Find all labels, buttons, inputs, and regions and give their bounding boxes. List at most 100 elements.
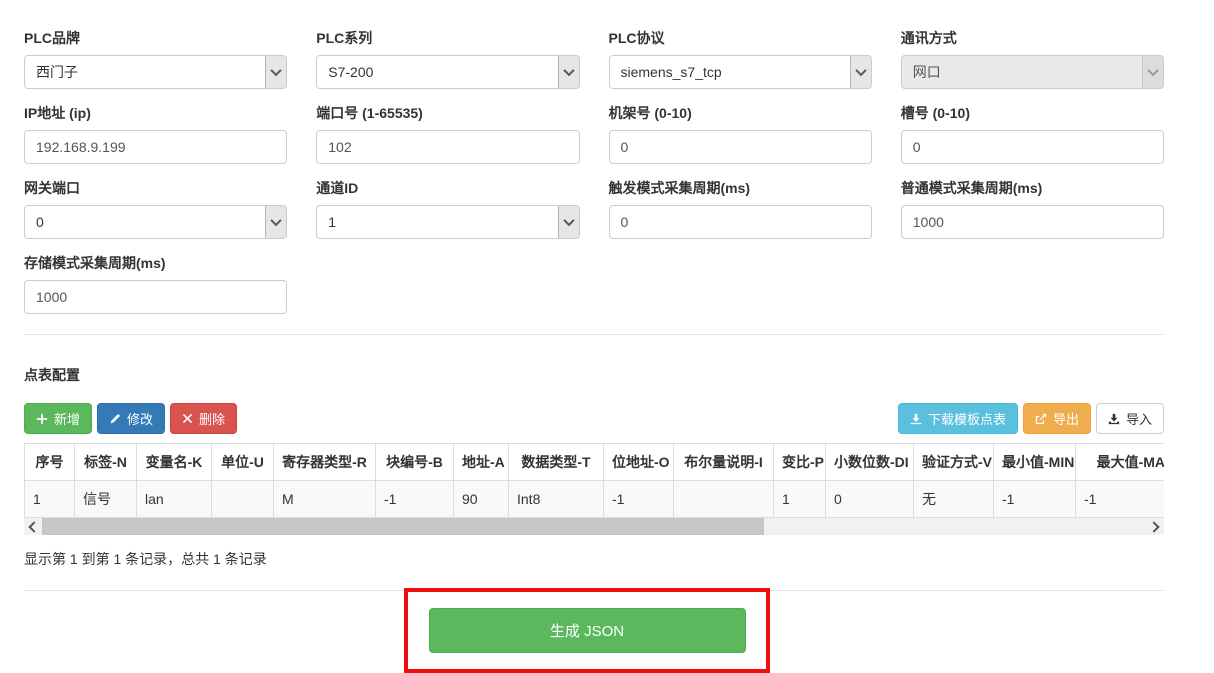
- import-icon: [1108, 413, 1120, 425]
- rack-no-label: 机架号 (0-10): [609, 103, 872, 123]
- slot-no-label: 槽号 (0-10): [901, 103, 1164, 123]
- col-unit: 单位-U: [212, 444, 274, 481]
- cell-bit-address: -1: [604, 481, 674, 518]
- cell-verify: 无: [914, 481, 994, 518]
- export-icon: [1035, 413, 1047, 425]
- field-port: 端口号 (1-65535): [316, 103, 579, 164]
- plc-brand-select[interactable]: 西门子: [24, 55, 287, 89]
- cell-data-type: Int8: [509, 481, 604, 518]
- x-icon: [182, 413, 193, 424]
- plc-protocol-label: PLC协议: [609, 28, 872, 48]
- page-content: PLC品牌 西门子 PLC系列 S7-200 PLC协议 siemens_s7_…: [24, 28, 1164, 673]
- chevron-down-icon: [558, 56, 579, 88]
- rack-no-input[interactable]: [609, 130, 872, 164]
- generate-json-button[interactable]: 生成 JSON: [429, 608, 746, 653]
- cell-unit: [212, 481, 274, 518]
- col-min: 最小值-MIN: [994, 444, 1076, 481]
- col-register-type: 寄存器类型-R: [274, 444, 376, 481]
- trigger-period-label: 触发模式采集周期(ms): [609, 178, 872, 198]
- col-ratio: 变比-P: [774, 444, 826, 481]
- pencil-icon: [109, 413, 121, 425]
- cell-min: -1: [994, 481, 1076, 518]
- plc-series-select[interactable]: S7-200: [316, 55, 579, 89]
- col-data-type: 数据类型-T: [509, 444, 604, 481]
- col-bool-desc: 布尔量说明-I: [674, 444, 774, 481]
- cell-decimals: 0: [826, 481, 914, 518]
- horizontal-scrollbar[interactable]: [24, 518, 1164, 535]
- cell-ratio: 1: [774, 481, 826, 518]
- field-ip-address: IP地址 (ip): [24, 103, 287, 164]
- field-trigger-period: 触发模式采集周期(ms): [609, 178, 872, 239]
- comm-mode-select: 网口: [901, 55, 1164, 89]
- export-button[interactable]: 导出: [1023, 403, 1091, 434]
- col-verify: 验证方式-V: [914, 444, 994, 481]
- field-slot-no: 槽号 (0-10): [901, 103, 1164, 164]
- download-icon: [910, 413, 922, 425]
- chevron-right-icon[interactable]: [1147, 518, 1164, 535]
- channel-id-label: 通道ID: [316, 178, 579, 198]
- ip-address-input[interactable]: [24, 130, 287, 164]
- add-button[interactable]: 新增: [24, 403, 92, 434]
- plc-config-form: PLC品牌 西门子 PLC系列 S7-200 PLC协议 siemens_s7_…: [24, 28, 1164, 314]
- chevron-left-icon[interactable]: [24, 518, 41, 535]
- field-channel-id: 通道ID 1: [316, 178, 579, 239]
- cell-varname: lan: [137, 481, 212, 518]
- comm-mode-label: 通讯方式: [901, 28, 1164, 48]
- cell-address: 90: [454, 481, 509, 518]
- chevron-down-icon: [558, 206, 579, 238]
- point-table-container: 序号 标签-N 变量名-K 单位-U 寄存器类型-R 块编号-B 地址-A 数据…: [24, 443, 1164, 518]
- ip-address-label: IP地址 (ip): [24, 103, 287, 123]
- point-table-title: 点表配置: [24, 365, 1164, 385]
- port-label: 端口号 (1-65535): [316, 103, 579, 123]
- col-block-no: 块编号-B: [376, 444, 454, 481]
- plc-protocol-select-value: siemens_s7_tcp: [610, 64, 850, 80]
- plc-series-select-value: S7-200: [317, 64, 557, 80]
- plc-protocol-select[interactable]: siemens_s7_tcp: [609, 55, 872, 89]
- storage-period-input[interactable]: [24, 280, 287, 314]
- channel-id-select[interactable]: 1: [316, 205, 579, 239]
- point-table-toolbar: 新增 修改 删除 下载模板点表 导出 导入: [24, 403, 1164, 434]
- red-annotation-box: 生成 JSON: [404, 588, 770, 673]
- toolbar-right-group: 下载模板点表 导出 导入: [898, 403, 1164, 434]
- plus-icon: [36, 413, 48, 425]
- col-decimals: 小数位数-DI: [826, 444, 914, 481]
- field-comm-mode: 通讯方式 网口: [901, 28, 1164, 89]
- normal-period-label: 普通模式采集周期(ms): [901, 178, 1164, 198]
- chevron-down-icon: [1142, 56, 1163, 88]
- col-max: 最大值-MAX: [1076, 444, 1165, 481]
- plc-series-label: PLC系列: [316, 28, 579, 48]
- cell-seq: 1: [25, 481, 75, 518]
- col-label: 标签-N: [75, 444, 137, 481]
- download-template-button[interactable]: 下载模板点表: [898, 403, 1018, 434]
- delete-button[interactable]: 删除: [170, 403, 237, 434]
- slot-no-input[interactable]: [901, 130, 1164, 164]
- chevron-down-icon: [265, 56, 286, 88]
- scrollbar-thumb[interactable]: [42, 518, 764, 535]
- section-divider: [24, 334, 1164, 335]
- chevron-down-icon: [850, 56, 871, 88]
- import-button[interactable]: 导入: [1096, 403, 1164, 434]
- cell-label: 信号: [75, 481, 137, 518]
- plc-brand-label: PLC品牌: [24, 28, 287, 48]
- gateway-port-select-value: 0: [25, 214, 265, 230]
- field-normal-period: 普通模式采集周期(ms): [901, 178, 1164, 239]
- col-varname: 变量名-K: [137, 444, 212, 481]
- edit-button[interactable]: 修改: [97, 403, 165, 434]
- record-info: 显示第 1 到第 1 条记录，总共 1 条记录: [24, 549, 1164, 569]
- chevron-down-icon: [265, 206, 286, 238]
- plc-brand-select-value: 西门子: [25, 62, 265, 82]
- cell-bool-desc: [674, 481, 774, 518]
- field-plc-brand: PLC品牌 西门子: [24, 28, 287, 89]
- port-input[interactable]: [316, 130, 579, 164]
- storage-period-label: 存储模式采集周期(ms): [24, 253, 287, 273]
- field-plc-protocol: PLC协议 siemens_s7_tcp: [609, 28, 872, 89]
- gateway-port-select[interactable]: 0: [24, 205, 287, 239]
- col-address: 地址-A: [454, 444, 509, 481]
- cell-block-no: -1: [376, 481, 454, 518]
- cell-register-type: M: [274, 481, 376, 518]
- table-row[interactable]: 1 信号 lan M -1 90 Int8 -1 1 0 无 -1 -1: [25, 481, 1165, 518]
- normal-period-input[interactable]: [901, 205, 1164, 239]
- cell-max: -1: [1076, 481, 1165, 518]
- trigger-period-input[interactable]: [609, 205, 872, 239]
- comm-mode-select-value: 网口: [902, 62, 1142, 82]
